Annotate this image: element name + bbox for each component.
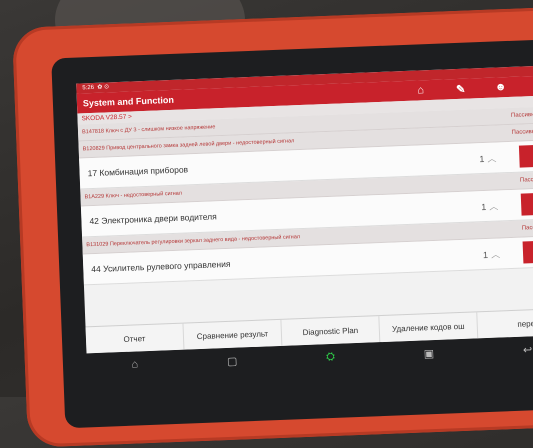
screen: 5:26 ✿ ⊙ System and Function ⌂ ✎ ☻ ⚙ SKO… xyxy=(76,64,533,354)
compare-results-button[interactable]: Сравнение результ xyxy=(183,319,283,350)
report-button[interactable]: Отчет xyxy=(85,323,185,354)
chevron-up-icon[interactable]: ︿ xyxy=(487,153,496,163)
system-action-button[interactable] xyxy=(520,191,533,216)
fault-count-value: 1 xyxy=(481,201,487,212)
chevron-up-icon[interactable]: ︿ xyxy=(491,249,500,259)
fault-status: Пассивн/Спорад xyxy=(519,175,533,184)
fault-count: 1 ︿ xyxy=(479,150,519,165)
fault-count-value: 1 xyxy=(479,153,485,164)
fault-status: Пассивн/Спорад xyxy=(521,223,533,232)
diagnostic-plan-button[interactable]: Diagnostic Plan xyxy=(281,316,381,346)
chevron-up-icon[interactable]: ︿ xyxy=(489,201,498,211)
next-button[interactable]: пере xyxy=(477,308,533,339)
clear-codes-button[interactable]: Удаление кодов ош xyxy=(379,312,479,343)
user-icon[interactable]: ☻ xyxy=(480,81,520,95)
recent-apps-icon[interactable]: ▢ xyxy=(227,354,238,367)
system-name: 42 Электроника двери водителя xyxy=(89,211,217,227)
system-action-button[interactable] xyxy=(522,239,533,264)
screenshot-icon[interactable]: ▣ xyxy=(424,347,435,360)
settings-icon[interactable]: ⚙ xyxy=(520,78,533,93)
report-icon[interactable]: ✎ xyxy=(440,82,480,97)
fault-count-value: 1 xyxy=(482,249,489,260)
fault-count: 1 ︿ xyxy=(481,198,521,213)
status-time: 5:26 xyxy=(82,84,95,92)
fault-list: B147818 Ключ с ДУ 3 - слишком низкое нап… xyxy=(77,105,533,286)
system-name: 44 Усилитель рулевого управления xyxy=(91,258,231,275)
home-icon[interactable]: ⌂ xyxy=(400,84,440,98)
status-icons: ✿ ⊙ xyxy=(95,84,110,91)
fault-count: 1 ︿ xyxy=(483,246,523,261)
vci-icon[interactable]: ⛭ xyxy=(326,350,335,363)
fault-status: Пассивн/Спорадич xyxy=(510,110,533,119)
tablet-device: 5:26 ✿ ⊙ System and Function ⌂ ✎ ☻ ⚙ SKO… xyxy=(12,6,533,448)
home-icon[interactable]: ⌂ xyxy=(131,358,138,370)
system-name: 17 Комбинация приборов xyxy=(87,164,189,179)
fault-status: Пассивн/Спорадич xyxy=(511,127,533,136)
system-action-button[interactable] xyxy=(518,143,533,168)
back-icon[interactable]: ↩ xyxy=(523,343,533,356)
